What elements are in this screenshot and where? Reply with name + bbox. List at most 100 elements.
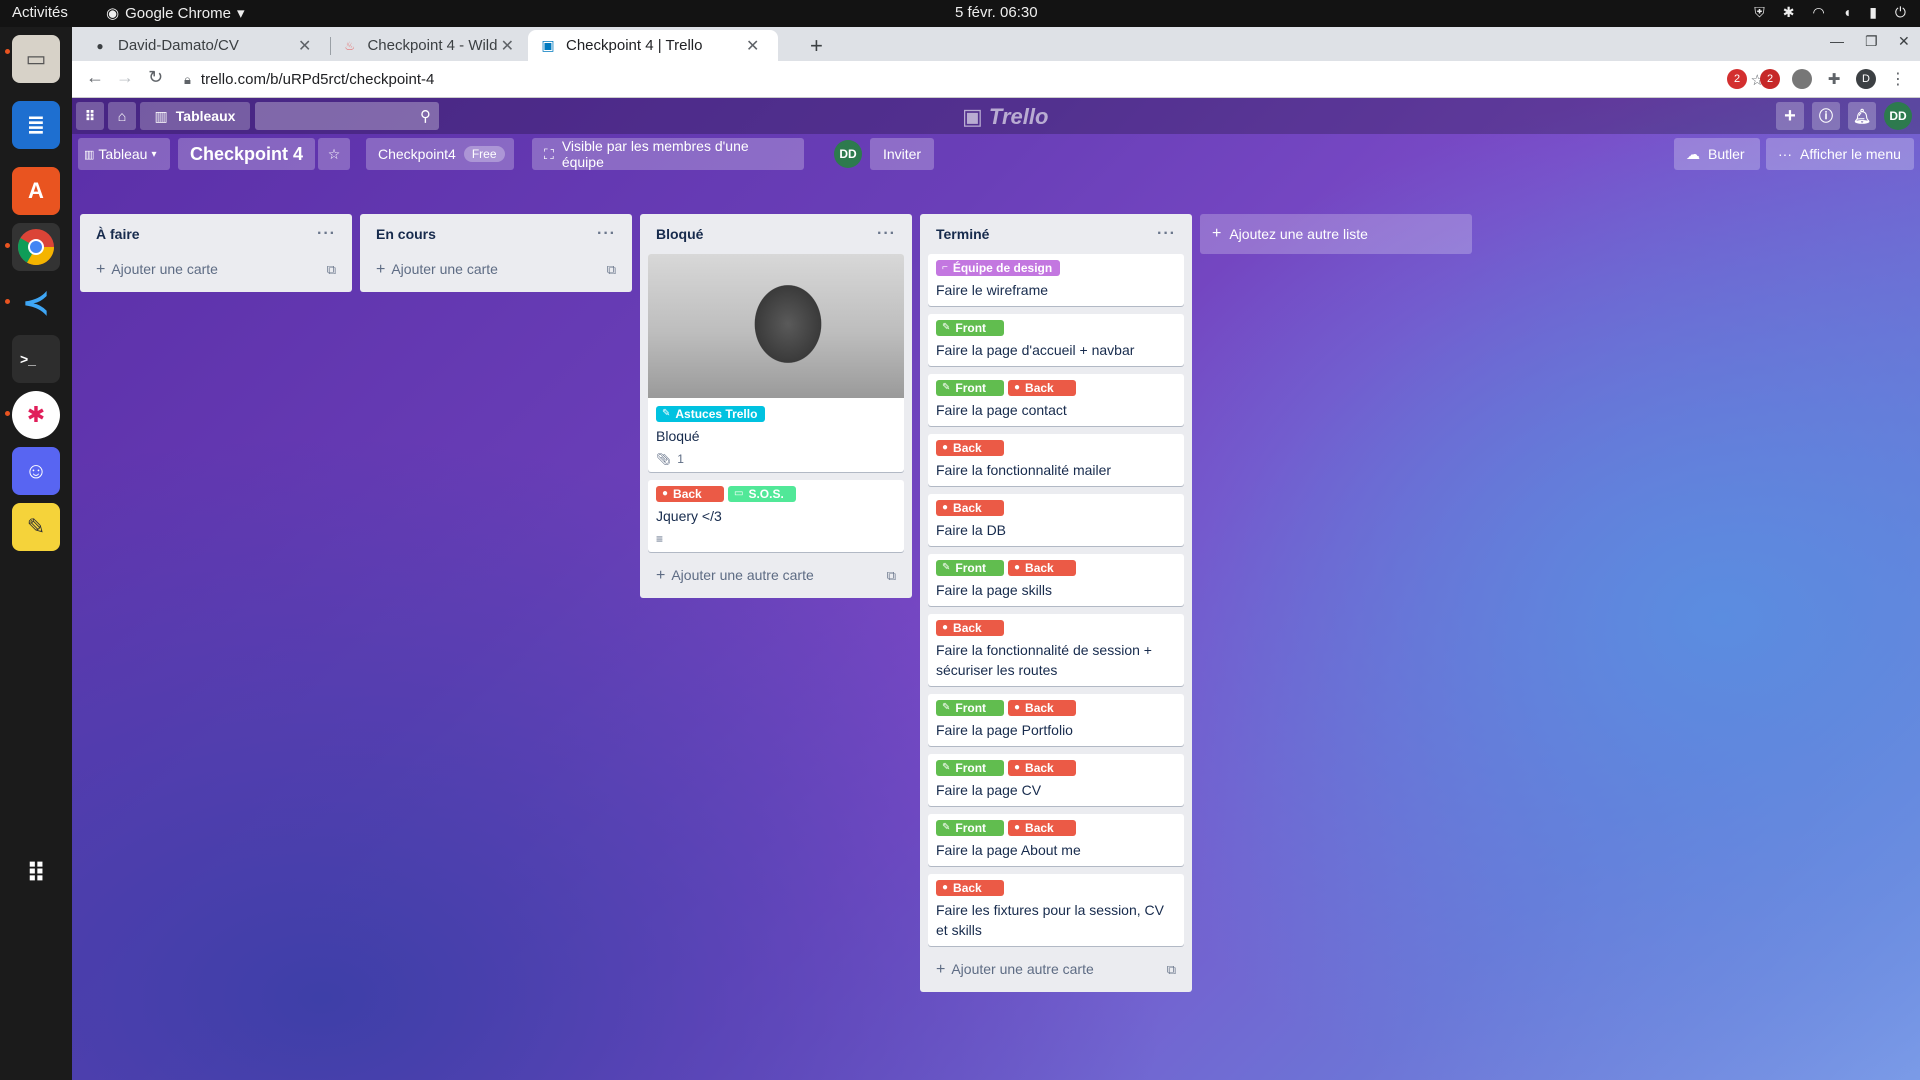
card[interactable]: ● Back Faire la DB [928, 494, 1184, 546]
address-bar[interactable]: 🔒︎ trello.com/b/uRPd5rct/checkpoint-4 ☆ [184, 65, 1764, 94]
card[interactable]: ✎ Astuces Trello Bloqué 📎︎ 1 [648, 254, 904, 472]
label-design[interactable]: ⌐ Équipe de design [936, 260, 1061, 276]
add-card-button[interactable]: + Ajouter une carte ⧉ [368, 254, 624, 286]
card-template-icon[interactable]: ⧉ [887, 568, 896, 584]
extension-dark-icon[interactable] [1792, 69, 1812, 89]
clock[interactable]: 5 févr. 06:30 [955, 4, 1038, 21]
label-back[interactable]: ● Back [1008, 820, 1076, 836]
reload-icon[interactable]: ↻ [148, 67, 163, 88]
label-back[interactable]: ● Back [936, 500, 1004, 516]
close-icon[interactable]: ✕ [501, 36, 514, 56]
list-menu-icon[interactable]: ··· [317, 225, 336, 243]
add-list-button[interactable]: + Ajoutez une autre liste [1200, 214, 1472, 254]
tab-github[interactable]: ● David-Damato/CV ✕ [80, 30, 330, 61]
list-title[interactable]: Terminé [936, 226, 989, 242]
card[interactable]: ● Back Faire les fixtures pour la session… [928, 874, 1184, 946]
tab-wild-code[interactable]: ♨ Checkpoint 4 - Wild Code ✕ [330, 30, 526, 61]
label-sos[interactable]: ▭ S.O.S. [728, 486, 796, 502]
board-member-avatar[interactable]: DD [834, 140, 862, 168]
list-title[interactable]: Bloqué [656, 226, 703, 242]
label-back[interactable]: ● Back [1008, 380, 1076, 396]
software-icon[interactable]: A [12, 167, 60, 215]
terminal-icon[interactable]: >_ [12, 335, 60, 383]
forward-icon[interactable]: → [116, 67, 134, 88]
card-template-icon[interactable]: ⧉ [1167, 962, 1176, 978]
search-input[interactable]: ⚲ [255, 102, 439, 130]
card[interactable]: ✎ Front Faire la page d'accueil + navbar [928, 314, 1184, 366]
label-back[interactable]: ● Back [1008, 560, 1076, 576]
label-front[interactable]: ✎ Front [936, 380, 1004, 396]
close-window-icon[interactable]: ✕ [1898, 33, 1910, 50]
member-avatar[interactable]: DD [1884, 102, 1912, 130]
close-icon[interactable]: ✕ [298, 36, 311, 56]
label-front[interactable]: ✎ Front [936, 700, 1004, 716]
card[interactable]: ✎ Front ● Back Faire la page Portfolio [928, 694, 1184, 746]
show-apps-icon[interactable]: ⠿ [12, 849, 60, 897]
card[interactable]: ✎ Front ● Back Faire la page CV [928, 754, 1184, 806]
card[interactable]: ● Back Faire la fonctionnalité mailer [928, 434, 1184, 486]
view-switcher[interactable]: ▥ Tableau ▾ [78, 138, 170, 170]
apps-grid-icon[interactable]: ⠿ [76, 102, 104, 130]
list-title[interactable]: À faire [96, 226, 140, 242]
label-back[interactable]: ● Back [1008, 700, 1076, 716]
list-title[interactable]: En cours [376, 226, 436, 242]
home-icon[interactable]: ⌂ [108, 102, 136, 130]
puzzle-icon[interactable]: ✚ [1824, 69, 1844, 89]
kebab-menu-icon[interactable]: ⋮ [1888, 69, 1908, 89]
bell-icon[interactable]: 🔔︎ [1848, 102, 1876, 130]
slack-icon[interactable]: ✱ [12, 391, 60, 439]
list-menu-icon[interactable]: ··· [877, 225, 896, 243]
writer-icon[interactable]: ≣ [12, 101, 60, 149]
list-header[interactable]: En cours ··· [368, 214, 624, 254]
card-template-icon[interactable]: ⧉ [607, 262, 616, 278]
new-tab-button[interactable]: + [810, 33, 823, 59]
card[interactable]: ● Back ▭ S.O.S. Jquery </3 ≡ [648, 480, 904, 552]
show-menu-button[interactable]: ··· Afficher le menu [1766, 138, 1914, 170]
card[interactable]: ● Back Faire la fonctionnalité de session… [928, 614, 1184, 686]
star-icon[interactable]: ☆ [318, 138, 350, 170]
label-back[interactable]: ● Back [936, 440, 1004, 456]
maximize-icon[interactable]: ❐ [1865, 33, 1878, 50]
invite-button[interactable]: Inviter [870, 138, 934, 170]
label-back[interactable]: ● Back [1008, 760, 1076, 776]
list-header[interactable]: À faire ··· [88, 214, 344, 254]
profile-avatar[interactable]: D [1856, 69, 1876, 89]
label-front[interactable]: ✎ Front [936, 560, 1004, 576]
list-menu-icon[interactable]: ··· [597, 225, 616, 243]
card-template-icon[interactable]: ⧉ [327, 262, 336, 278]
list-header[interactable]: Terminé ··· [928, 214, 1184, 254]
close-icon[interactable]: ✕ [746, 36, 759, 56]
board-title[interactable]: Checkpoint 4 [178, 138, 316, 170]
app-menu[interactable]: ◉ Google Chrome ▾ [106, 4, 245, 23]
add-card-button[interactable]: + Ajouter une carte ⧉ [88, 254, 344, 286]
info-icon[interactable]: ⓘ [1812, 102, 1840, 130]
list-header[interactable]: Bloqué ··· [648, 214, 904, 254]
label-front[interactable]: ✎ Front [936, 760, 1004, 776]
create-icon[interactable]: + [1776, 102, 1804, 130]
back-icon[interactable]: ← [86, 67, 104, 88]
system-tray[interactable]: ⛨ ✱ ◠ ◖ ▮ ⏻ [1754, 4, 1906, 21]
notes-icon[interactable]: ✎ [12, 503, 60, 551]
label-front[interactable]: ✎ Front [936, 820, 1004, 836]
extension-adblock-icon[interactable]: 2 [1760, 69, 1780, 89]
card[interactable]: ⌐ Équipe de design Faire le wireframe [928, 254, 1184, 306]
add-card-button[interactable]: + Ajouter une autre carte ⧉ [928, 954, 1184, 986]
vscode-icon[interactable]: ≺ [12, 279, 60, 327]
label-back[interactable]: ● Back [936, 620, 1004, 636]
label-back[interactable]: ● Back [936, 880, 1004, 896]
list-menu-icon[interactable]: ··· [1157, 225, 1176, 243]
visibility-button[interactable]: ⛶ Visible par les membres d'une équipe [532, 138, 804, 170]
workspace-button[interactable]: Checkpoint4 Free [366, 138, 514, 170]
card[interactable]: ✎ Front ● Back Faire la page contact [928, 374, 1184, 426]
discord-icon[interactable]: ☺ [12, 447, 60, 495]
label-front[interactable]: ✎ Front [936, 320, 1004, 336]
chrome-dock-icon[interactable] [12, 223, 60, 271]
activities-button[interactable]: Activités [12, 4, 68, 21]
extension-ublock-icon[interactable]: 2 [1727, 69, 1747, 89]
tab-trello[interactable]: ▣ Checkpoint 4 | Trello ✕ [528, 30, 778, 61]
files-icon[interactable]: ▭ [12, 35, 60, 83]
label-back[interactable]: ● Back [656, 486, 724, 502]
butler-button[interactable]: ☁ Butler [1674, 138, 1760, 170]
add-card-button[interactable]: + Ajouter une autre carte ⧉ [648, 560, 904, 592]
trello-logo[interactable]: ▣ Trello [962, 104, 1048, 130]
